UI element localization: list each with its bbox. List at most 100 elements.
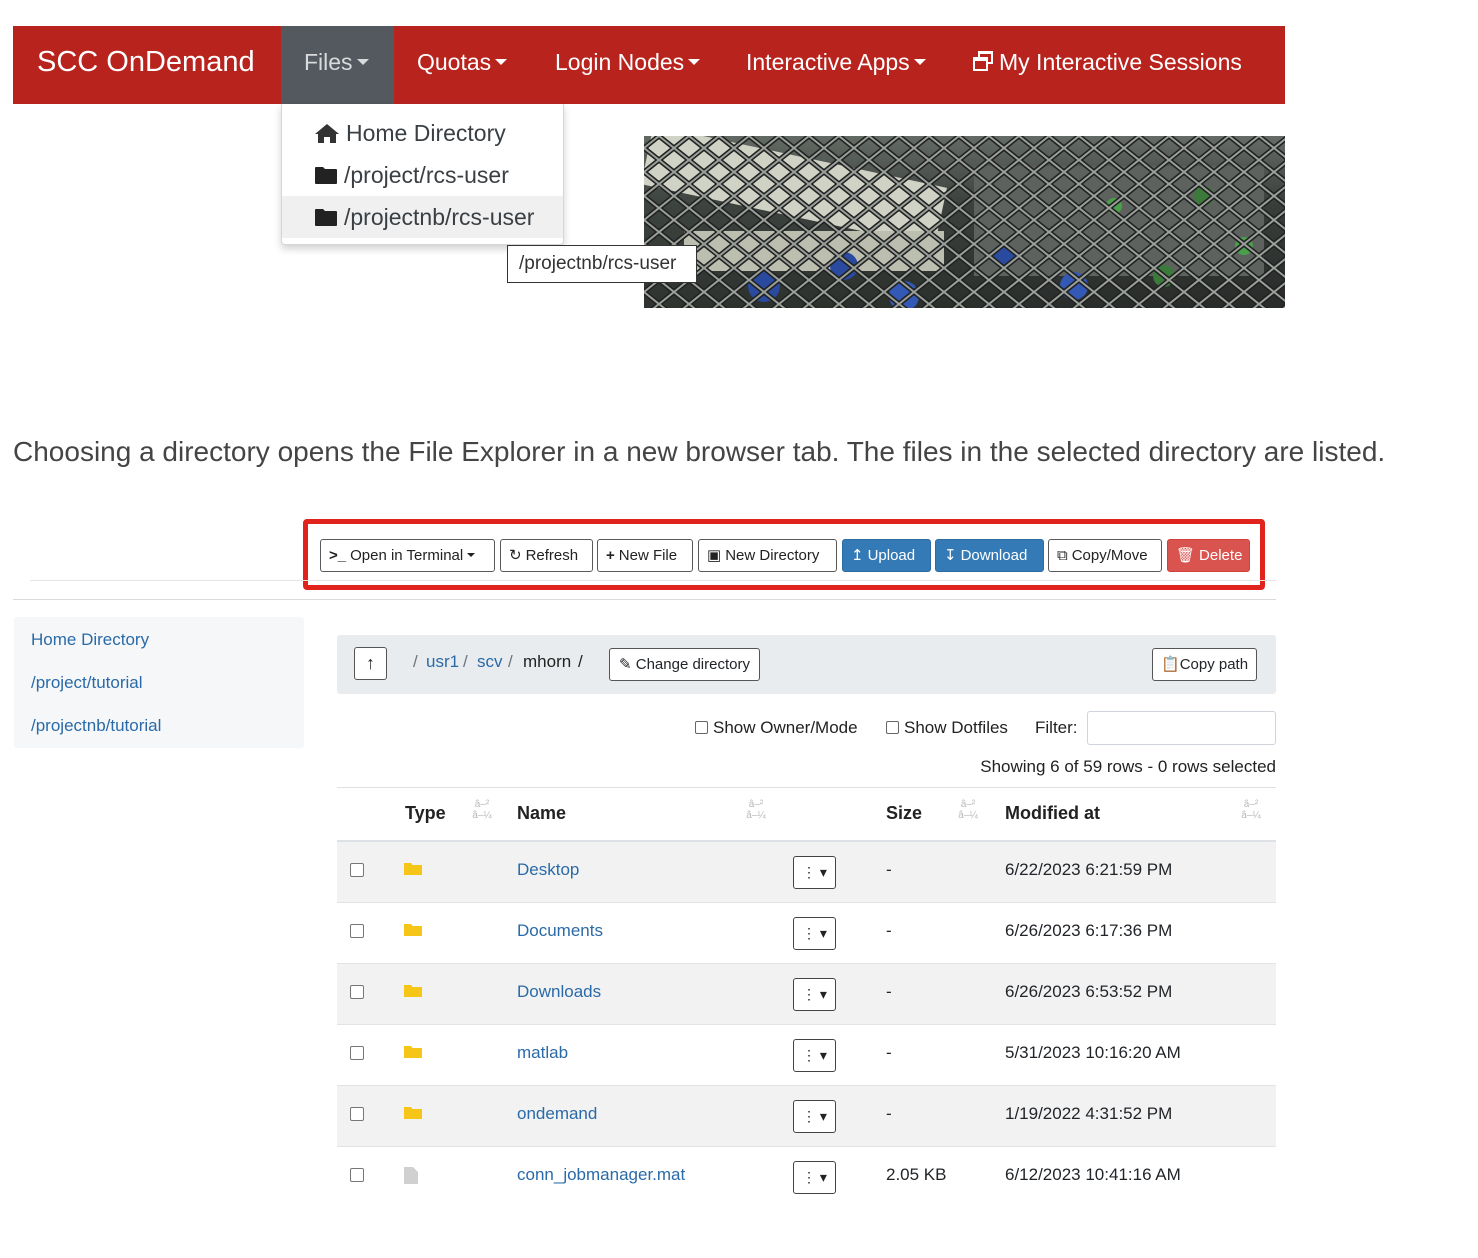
modified-date: 1/19/2022 4:31:52 PM [1005, 1104, 1173, 1123]
show-dotfiles-toggle[interactable]: Show Dotfiles [886, 718, 1008, 738]
clipboard-icon: 📋 [1161, 656, 1180, 673]
sort-icon[interactable]: â–² â–¼ [1236, 799, 1266, 821]
row-select-checkbox[interactable] [350, 1107, 364, 1121]
change-directory-button[interactable]: ✎ Change directory [609, 648, 760, 681]
modified-date: 6/26/2023 6:17:36 PM [1005, 921, 1173, 940]
table-row[interactable]: ondemand ⋮ ▾ - 1/19/2022 4:31:52 PM [337, 1086, 1276, 1147]
checkbox-label: Show Owner/Mode [713, 718, 858, 737]
table-border [337, 787, 1276, 788]
button-label: Refresh [525, 547, 579, 564]
table-row[interactable]: Documents ⋮ ▾ - 6/26/2023 6:17:36 PM [337, 903, 1276, 964]
breadcrumb-separator: / [508, 652, 513, 671]
table-row[interactable]: Desktop ⋮ ▾ - 6/22/2023 6:21:59 PM [337, 842, 1276, 903]
caret-down-icon: ▾ [819, 1047, 827, 1063]
button-label: Copy/Move [1071, 547, 1148, 564]
file-size: - [886, 860, 892, 879]
row-select-checkbox[interactable] [350, 863, 364, 877]
sort-glyph: â–² [960, 799, 976, 810]
nav-interactive-apps-menu[interactable]: Interactive Apps [746, 26, 926, 104]
row-select-checkbox[interactable] [350, 1168, 364, 1182]
new-directory-button[interactable]: ▣ New Directory [698, 539, 837, 572]
delete-button[interactable]: 🗑 Delete [1167, 539, 1250, 572]
file-size: - [886, 1104, 892, 1123]
row-count-info: Showing 6 of 59 rows - 0 rows selected [980, 757, 1276, 776]
server-rack-photo [644, 136, 1285, 308]
divider [30, 580, 1276, 581]
table-row[interactable]: matlab ⋮ ▾ - 5/31/2023 10:16:20 AM [337, 1025, 1276, 1086]
file-name-link[interactable]: Desktop [517, 860, 579, 880]
kebab-icon: ⋮ [802, 925, 817, 941]
caret-down-icon [688, 59, 701, 66]
row-actions-dropdown[interactable]: ⋮ ▾ [793, 917, 836, 950]
nav-quotas-menu[interactable]: Quotas [417, 26, 508, 104]
sort-glyph: â–² [1243, 799, 1259, 810]
file-name-link[interactable]: conn_jobmanager.mat [517, 1165, 685, 1185]
show-owner-mode-toggle[interactable]: Show Owner/Mode [695, 718, 858, 738]
row-select-checkbox[interactable] [350, 1046, 364, 1060]
dropdown-item-projectnb[interactable]: /projectnb/rcs-user [282, 196, 563, 238]
sidebar-item-projectnb-tutorial[interactable]: /projectnb/tutorial [31, 716, 161, 736]
row-actions-dropdown[interactable]: ⋮ ▾ [793, 978, 836, 1011]
file-name-link[interactable]: matlab [517, 1043, 568, 1063]
folder-plus-icon: ▣ [707, 547, 722, 564]
nav-login-nodes-label: Login Nodes [555, 49, 685, 75]
caret-down-icon [495, 59, 508, 66]
folder-icon [315, 208, 337, 226]
row-select-checkbox[interactable] [350, 924, 364, 938]
column-header-name[interactable]: Name [517, 803, 566, 824]
file-name-link[interactable]: Downloads [517, 982, 601, 1002]
nav-login-nodes-menu[interactable]: Login Nodes [555, 26, 701, 104]
top-navbar: SCC OnDemand Files Quotas Login Nodes In… [13, 26, 1285, 104]
breadcrumb-separator: / [413, 652, 418, 671]
show-owner-mode-checkbox[interactable] [695, 720, 708, 734]
row-actions-dropdown[interactable]: ⋮ ▾ [793, 1039, 836, 1072]
sort-glyph: â–¼ [472, 810, 492, 821]
breadcrumb-usr1[interactable]: usr1 [426, 652, 459, 672]
copy-move-button[interactable]: ⧉ Copy/Move [1048, 539, 1162, 572]
breadcrumb-separator: / [578, 652, 583, 671]
nav-files-menu[interactable]: Files [281, 26, 394, 104]
folder-icon [404, 1107, 422, 1119]
tooltip: /projectnb/rcs-user [507, 245, 697, 283]
open-in-terminal-button[interactable]: >_ Open in Terminal [320, 539, 495, 572]
file-name-link[interactable]: ondemand [517, 1104, 597, 1124]
sidebar-item-home-directory[interactable]: Home Directory [31, 630, 149, 650]
table-row[interactable]: Downloads ⋮ ▾ - 6/26/2023 6:53:52 PM [337, 964, 1276, 1025]
nav-my-sessions-link[interactable]: My Interactive Sessions [971, 26, 1242, 104]
brand-logo-text[interactable]: SCC OnDemand [37, 26, 255, 104]
sort-glyph: â–¼ [958, 810, 978, 821]
show-dotfiles-checkbox[interactable] [886, 720, 899, 734]
sidebar-item-project-tutorial[interactable]: /project/tutorial [31, 673, 143, 693]
copy-path-button[interactable]: 📋Copy path [1152, 648, 1258, 681]
sort-icon[interactable]: â–² â–¼ [741, 799, 771, 821]
row-actions-dropdown[interactable]: ⋮ ▾ [793, 856, 836, 889]
edit-icon: ✎ [619, 656, 632, 673]
kebab-icon: ⋮ [802, 864, 817, 880]
file-icon [404, 1167, 418, 1184]
breadcrumb-scv[interactable]: scv [477, 652, 503, 672]
filter-input[interactable] [1087, 711, 1276, 745]
row-actions-dropdown[interactable]: ⋮ ▾ [793, 1100, 836, 1133]
column-header-type[interactable]: Type [405, 803, 446, 824]
upload-button[interactable]: ↥ Upload [842, 539, 931, 572]
breadcrumb-separator: / [463, 652, 468, 671]
table-row[interactable]: conn_jobmanager.mat ⋮ ▾ 2.05 KB 6/12/202… [337, 1147, 1276, 1208]
download-button[interactable]: ↧ Download [935, 539, 1044, 572]
file-name-link[interactable]: Documents [517, 921, 603, 941]
parent-directory-button[interactable]: ↑ [354, 647, 387, 680]
column-header-modified[interactable]: Modified at [1005, 803, 1100, 824]
dropdown-item-home-directory[interactable]: Home Directory [282, 112, 563, 154]
button-label: New Directory [725, 547, 820, 564]
row-select-checkbox[interactable] [350, 985, 364, 999]
modified-date: 5/31/2023 10:16:20 AM [1005, 1043, 1181, 1062]
sort-icon[interactable]: â–² â–¼ [953, 799, 983, 821]
button-label: Open in Terminal [350, 547, 464, 564]
sort-icon[interactable]: â–² â–¼ [467, 799, 497, 821]
new-file-button[interactable]: + New File [597, 539, 693, 572]
button-label: Copy path [1179, 656, 1249, 673]
refresh-button[interactable]: ↻ Refresh [500, 539, 593, 572]
row-actions-dropdown[interactable]: ⋮ ▾ [793, 1161, 836, 1194]
column-header-size[interactable]: Size [886, 803, 922, 824]
caption-text: Choosing a directory opens the File Expl… [13, 436, 1386, 467]
dropdown-item-project[interactable]: /project/rcs-user [282, 154, 563, 196]
